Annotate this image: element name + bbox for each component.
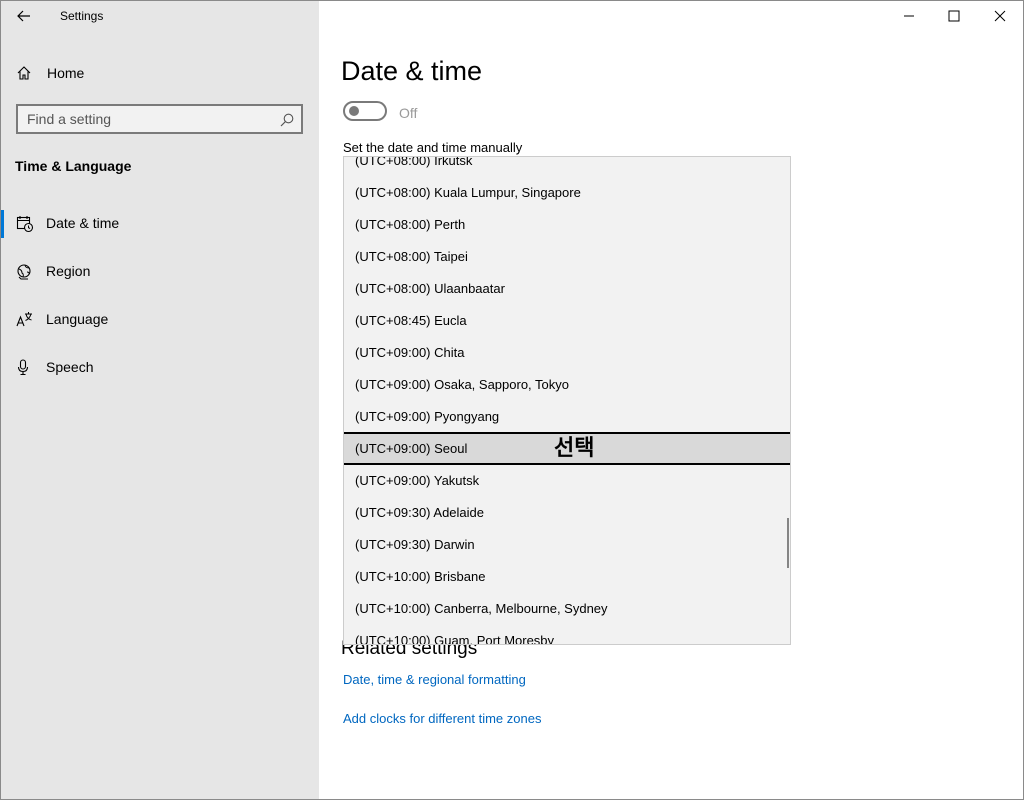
time-zone-option[interactable]: (UTC+10:00) Brisbane — [344, 561, 790, 593]
time-zone-option-selected[interactable]: (UTC+09:00) Seoul 선택 — [344, 432, 790, 465]
sidebar: Settings Home Time & Language Date & tim… — [0, 0, 319, 800]
sidebar-item-date-time[interactable]: Date & time — [0, 206, 319, 242]
back-arrow-icon[interactable] — [14, 6, 34, 26]
sidebar-item-label: Region — [46, 263, 91, 279]
toggle-state-label: Off — [399, 105, 418, 121]
sidebar-item-label: Speech — [46, 359, 94, 375]
time-zone-option[interactable]: (UTC+09:00) Yakutsk — [344, 465, 790, 497]
home-label: Home — [47, 65, 85, 81]
time-zone-option[interactable]: (UTC+08:00) Taipei — [344, 241, 790, 273]
section-title: Time & Language — [15, 158, 132, 174]
page-title: Date & time — [341, 56, 483, 86]
time-zone-option[interactable]: (UTC+09:30) Adelaide — [344, 497, 790, 529]
calendar-clock-icon — [16, 215, 34, 233]
minimize-icon — [904, 15, 914, 17]
sidebar-item-language[interactable]: Language — [0, 302, 319, 338]
time-zone-option-label: (UTC+09:00) Seoul — [355, 441, 468, 456]
time-zone-option[interactable]: (UTC+08:00) Kuala Lumpur, Singapore — [344, 177, 790, 209]
sidebar-item-label: Language — [46, 311, 109, 327]
microphone-icon — [16, 359, 34, 377]
time-zone-option[interactable]: (UTC+08:45) Eucla — [344, 305, 790, 337]
toggle-knob — [349, 106, 359, 116]
maximize-icon — [948, 10, 960, 22]
minimize-button[interactable] — [886, 0, 932, 32]
time-zone-dropdown-list[interactable]: (UTC+08:00) Irkutsk (UTC+08:00) Kuala Lu… — [343, 156, 791, 645]
search-icon[interactable] — [279, 112, 295, 128]
add-clocks-link[interactable]: Add clocks for different time zones — [343, 711, 541, 726]
home-nav-item[interactable]: Home — [0, 56, 319, 90]
set-manually-label: Set the date and time manually — [343, 140, 523, 155]
time-zone-option[interactable]: (UTC+09:00) Pyongyang — [344, 401, 790, 433]
close-button[interactable] — [977, 0, 1023, 32]
date-time-regional-formatting-link[interactable]: Date, time & regional formatting — [343, 672, 526, 687]
close-icon — [994, 10, 1006, 22]
search-box[interactable] — [16, 104, 303, 134]
set-time-automatically-toggle[interactable] — [343, 101, 387, 121]
sidebar-item-label: Date & time — [46, 215, 120, 231]
selection-annotation: 선택 — [554, 436, 595, 461]
time-zone-option[interactable]: (UTC+09:00) Osaka, Sapporo, Tokyo — [344, 369, 790, 401]
time-zone-option[interactable]: (UTC+08:00) Ulaanbaatar — [344, 273, 790, 305]
time-zone-option[interactable]: (UTC+08:00) Irkutsk — [344, 157, 790, 177]
globe-icon — [16, 263, 34, 281]
time-zone-option[interactable]: (UTC+10:00) Guam, Port Moresby — [344, 625, 790, 644]
home-icon — [16, 65, 34, 83]
app-title: Settings — [60, 9, 104, 23]
time-zone-option[interactable]: (UTC+09:30) Darwin — [344, 529, 790, 561]
language-icon — [16, 311, 34, 329]
sidebar-item-speech[interactable]: Speech — [0, 350, 319, 386]
scrollbar-thumb[interactable] — [787, 518, 789, 568]
time-zone-option[interactable]: (UTC+08:00) Perth — [344, 209, 790, 241]
sidebar-item-region[interactable]: Region — [0, 254, 319, 290]
active-indicator — [0, 210, 4, 238]
maximize-button[interactable] — [931, 0, 977, 32]
time-zone-option[interactable]: (UTC+09:00) Chita — [344, 337, 790, 369]
search-input[interactable] — [18, 106, 276, 132]
time-zone-option[interactable]: (UTC+10:00) Canberra, Melbourne, Sydney — [344, 593, 790, 625]
